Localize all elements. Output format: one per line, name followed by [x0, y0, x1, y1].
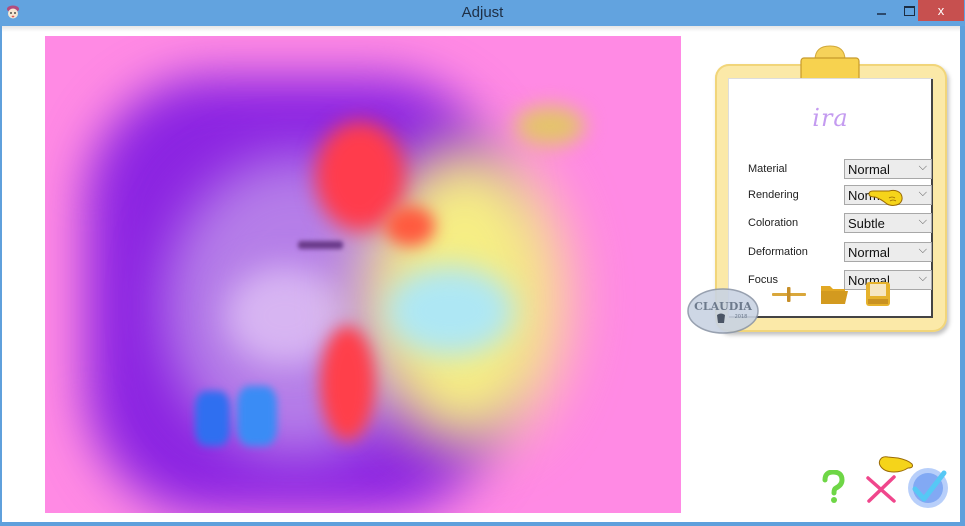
coloration-label: Coloration [748, 217, 799, 229]
preview-red-bottom [320, 326, 375, 441]
chevron-down-icon: ⌵ [918, 187, 927, 199]
title-bar: Adjust x [0, 0, 965, 26]
chevron-down-icon: ⌵ [918, 215, 927, 227]
setting-row-material: Material Normal ⌵ [748, 159, 932, 181]
claudia-watermark: CLAUDIA 2018 [687, 288, 759, 334]
minimize-icon [876, 12, 886, 15]
setting-row-coloration: Coloration Subtle ⌵ [748, 213, 932, 235]
preview-dark-bar [298, 241, 343, 249]
help-button[interactable] [820, 470, 846, 504]
preview-gold-spot [515, 106, 585, 146]
deformation-value: Normal [848, 245, 890, 260]
material-label: Material [748, 163, 788, 175]
material-select[interactable]: Normal ⌵ [844, 159, 932, 179]
preview-red-arm [385, 206, 435, 246]
preview-blue-right [237, 386, 277, 446]
reset-icon[interactable] [771, 285, 807, 305]
ok-button[interactable] [907, 467, 949, 509]
chevron-down-icon: ⌵ [918, 272, 927, 284]
watermark-text: CLAUDIA [694, 300, 752, 313]
preview-blue-left [195, 391, 230, 446]
dialog-body: ira Material Normal ⌵ Rendering Normal ⌵… [2, 26, 960, 522]
watermark-subtext: 2018 [735, 314, 748, 320]
plugin-logo: ira [812, 104, 849, 132]
material-value: Normal [848, 162, 890, 177]
rendering-label: Rendering [748, 189, 799, 201]
pointing-hand-icon [868, 189, 903, 206]
preview-cyan-area [385, 266, 515, 356]
chevron-down-icon: ⌵ [918, 161, 927, 173]
open-folder-icon[interactable] [820, 283, 850, 305]
chevron-down-icon: ⌵ [918, 244, 927, 256]
coloration-select[interactable]: Subtle ⌵ [844, 213, 932, 233]
minimize-button[interactable] [867, 0, 895, 21]
maximize-icon [903, 5, 915, 16]
client-shade [2, 26, 960, 32]
deformation-select[interactable]: Normal ⌵ [844, 242, 932, 262]
setting-row-deformation: Deformation Normal ⌵ [748, 242, 932, 264]
save-icon[interactable] [865, 281, 891, 307]
deformation-label: Deformation [748, 246, 808, 258]
coloration-value: Subtle [848, 216, 885, 231]
window-title: Adjust [461, 4, 504, 21]
close-button[interactable]: x [918, 0, 964, 21]
cancel-button[interactable] [866, 475, 896, 503]
preview-image [45, 36, 681, 513]
